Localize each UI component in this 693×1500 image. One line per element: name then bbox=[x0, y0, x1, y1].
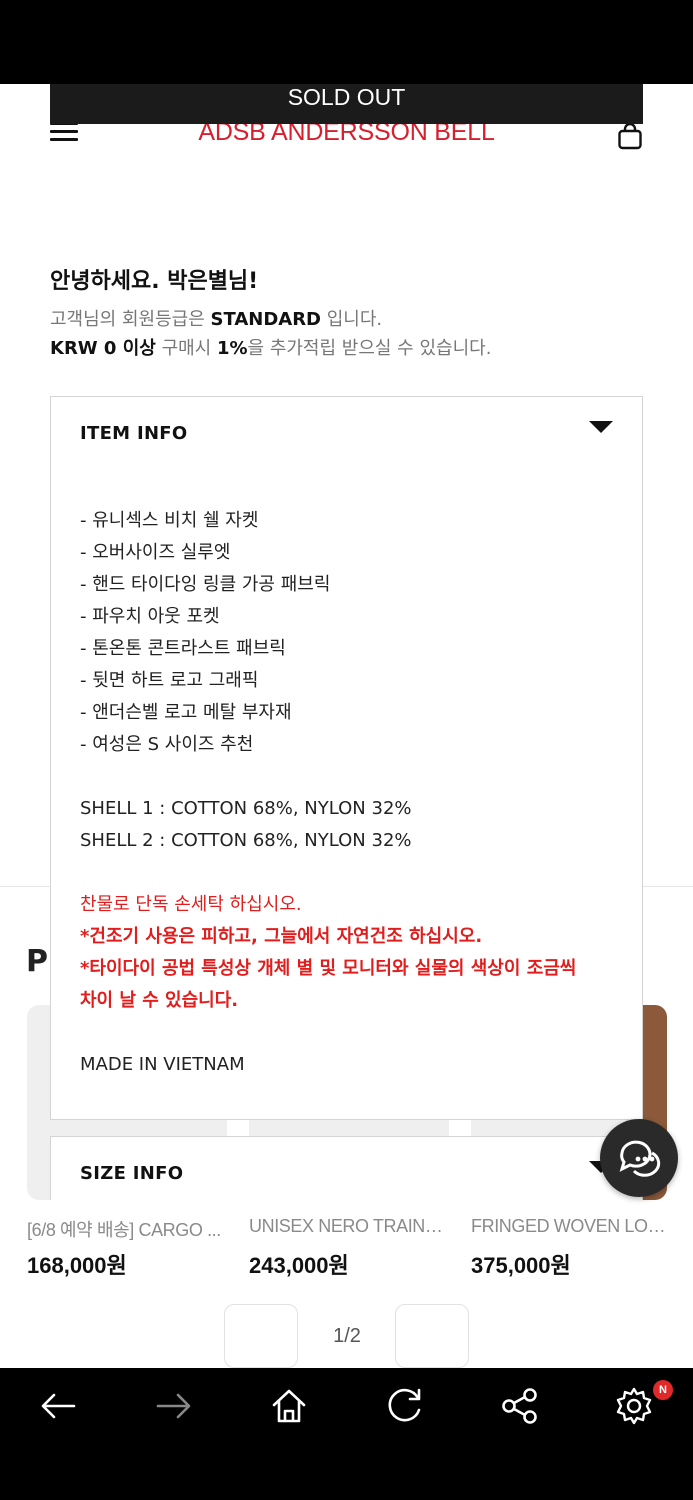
item-info-panel: ITEM INFO - 유니섹스 비치 쉘 자켓 - 오버사이즈 실루엣 - 핸… bbox=[50, 396, 643, 1120]
reward-amount: KRW 0 이상 bbox=[50, 338, 156, 359]
reload-button[interactable] bbox=[376, 1382, 432, 1430]
item-info-title[interactable]: ITEM INFO bbox=[80, 423, 188, 444]
product-name[interactable]: UNISEX NERO TRAINE... bbox=[249, 1216, 449, 1237]
chat-icon bbox=[619, 1140, 661, 1177]
page-indicator: 1/2 bbox=[333, 1325, 361, 1347]
collapse-caret-icon[interactable] bbox=[589, 421, 613, 433]
greeting-title: 안녕하세요. 박은별님! bbox=[50, 269, 259, 294]
feature-line: - 파우치 아웃 포켓 bbox=[80, 606, 220, 627]
forward-button[interactable] bbox=[146, 1382, 202, 1430]
product-price: 168,000원 bbox=[27, 1253, 127, 1278]
product-price: 243,000원 bbox=[249, 1253, 349, 1278]
section-heading: P bbox=[26, 944, 48, 979]
feature-line: - 톤온톤 콘트라스트 패브릭 bbox=[80, 638, 286, 659]
notification-badge: N bbox=[653, 1380, 673, 1400]
share-icon bbox=[502, 1388, 537, 1424]
reload-icon bbox=[388, 1388, 421, 1422]
feature-line: - 오버사이즈 실루엣 bbox=[80, 542, 231, 563]
sold-out-bar: SOLD OUT bbox=[50, 84, 643, 124]
grade-prefix: 고객님의 회원등급은 bbox=[50, 309, 211, 330]
reward-mid: 구매시 bbox=[155, 338, 217, 359]
product-name[interactable]: FRINGED WOVEN LOA... bbox=[471, 1216, 671, 1237]
reward-line: KRW 0 이상 구매시 1%을 추가적립 받으실 수 있습니다. bbox=[50, 334, 491, 360]
care-note: 찬물로 단독 손세탁 하십시오. bbox=[80, 894, 302, 915]
care-note: *타이다이 공법 특성상 개체 별 및 모니터와 실물의 색상이 조금씩 bbox=[80, 958, 577, 979]
feature-line: - 핸드 타이다잉 링클 가공 패브릭 bbox=[80, 574, 331, 595]
care-note: 차이 날 수 있습니다. bbox=[80, 990, 239, 1011]
member-grade-line: 고객님의 회원등급은 STANDARD 입니다. bbox=[50, 305, 382, 331]
reward-rate: 1% bbox=[216, 338, 248, 359]
composition-line: SHELL 2 : COTTON 68%, NYLON 32% bbox=[80, 830, 412, 851]
feature-line: - 여성은 S 사이즈 추천 bbox=[80, 734, 254, 755]
care-note: *건조기 사용은 피하고, 그늘에서 자연건조 하십시오. bbox=[80, 926, 483, 947]
item-info-content: - 유니섹스 비치 쉘 자켓 - 오버사이즈 실루엣 - 핸드 타이다잉 링클 … bbox=[80, 505, 620, 1081]
arrow-left-icon bbox=[41, 1393, 76, 1419]
back-button[interactable] bbox=[30, 1382, 86, 1430]
prev-page-button[interactable] bbox=[224, 1304, 298, 1368]
gear-icon bbox=[616, 1387, 652, 1425]
reward-suffix: 을 추가적립 받으실 수 있습니다. bbox=[247, 338, 492, 359]
origin-line: MADE IN VIETNAM bbox=[80, 1054, 245, 1075]
shopping-bag-icon[interactable] bbox=[617, 122, 643, 150]
feature-line: - 뒷면 하트 로고 그래픽 bbox=[80, 670, 259, 691]
size-info-title[interactable]: SIZE INFO bbox=[80, 1163, 183, 1184]
arrow-right-icon bbox=[156, 1393, 191, 1419]
product-price: 375,000원 bbox=[471, 1253, 571, 1278]
share-button[interactable] bbox=[492, 1382, 548, 1430]
home-icon bbox=[272, 1389, 306, 1423]
grade-suffix: 입니다. bbox=[321, 309, 383, 330]
next-page-button[interactable] bbox=[395, 1304, 469, 1368]
grade-value: STANDARD bbox=[210, 309, 321, 330]
home-button[interactable] bbox=[261, 1382, 317, 1430]
product-name[interactable]: [6/8 예약 배송] CARGO ... bbox=[27, 1216, 227, 1242]
composition-line: SHELL 1 : COTTON 68%, NYLON 32% bbox=[80, 798, 412, 819]
feature-line: - 유니섹스 비치 쉘 자켓 bbox=[80, 510, 259, 531]
feature-line: - 앤더슨벨 로고 메탈 부자재 bbox=[80, 702, 292, 723]
status-bar bbox=[0, 0, 693, 84]
chat-button[interactable] bbox=[600, 1119, 678, 1197]
size-info-panel[interactable]: SIZE INFO bbox=[50, 1136, 643, 1200]
browser-navigation-bar bbox=[0, 1368, 693, 1500]
